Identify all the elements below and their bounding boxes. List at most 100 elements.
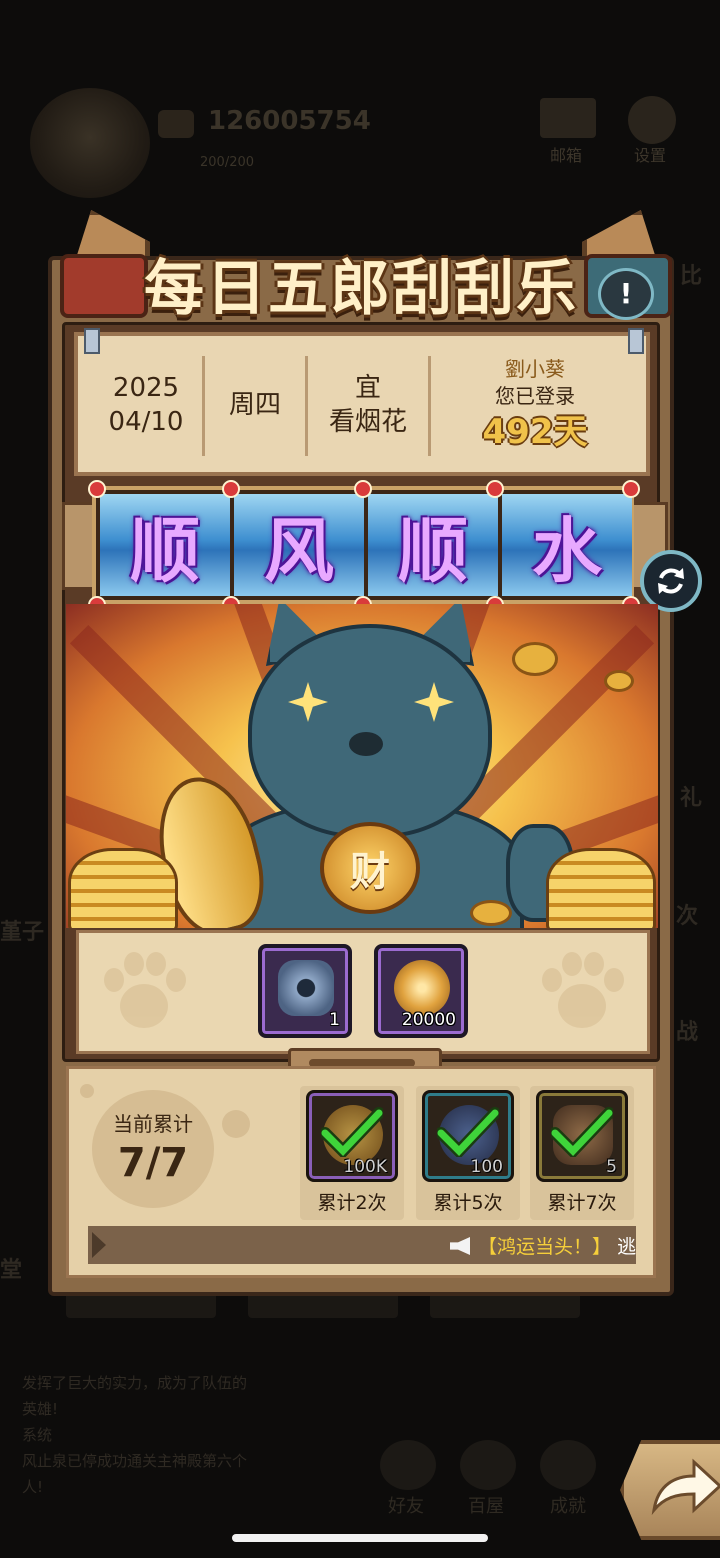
chat-line: 英雄!	[22, 1400, 59, 1418]
marquee-text: 【鸿运当头！】 逃避的贝吕	[450, 1232, 636, 1259]
progress-label: 当前累计	[113, 1112, 193, 1136]
milestone-reward[interactable]: 5 累计7次	[530, 1086, 634, 1220]
coin-icon	[470, 900, 512, 926]
side-label: 战	[676, 1020, 699, 1045]
coin-pile-icon	[68, 848, 178, 928]
side-label: 堇子	[0, 920, 45, 945]
login-display: 劉小葵 您已登录 492天	[432, 352, 638, 458]
gear-fragment-icon	[278, 960, 334, 1016]
arrow-right-icon	[651, 1458, 720, 1516]
info-button[interactable]: !	[598, 268, 654, 320]
milestone-box: 100	[422, 1090, 514, 1182]
id-badge-icon	[158, 110, 194, 138]
reel: 水	[502, 494, 632, 596]
fortune-label: 宜	[354, 373, 381, 403]
title-banner: 每日五郎刮刮乐	[56, 240, 672, 324]
nav-friends: 好友	[388, 1496, 424, 1517]
rivet	[486, 480, 504, 498]
milestone-count: 5	[606, 1157, 617, 1177]
player-avatar	[30, 88, 150, 198]
login-message: 您已登录	[495, 384, 575, 408]
mail-label: 邮箱	[550, 146, 583, 165]
mail-icon	[540, 98, 596, 138]
milestone-box: 100K	[306, 1090, 398, 1182]
progress-value: 7/7	[117, 1140, 189, 1186]
marquee-highlight: 【鸿运当头！】	[478, 1236, 612, 1258]
reel-char: 顺	[130, 509, 200, 592]
milestone-label: 累计5次	[433, 1192, 503, 1214]
divider	[428, 356, 431, 456]
coin-icon	[604, 670, 634, 692]
chat-line: 风止泉已停成功通关主神殿第六个	[22, 1452, 248, 1470]
refresh-icon	[658, 568, 684, 594]
lucky-cat-scene: 财	[66, 604, 658, 928]
date-year: 2025	[112, 373, 180, 403]
chat-line: 人!	[22, 1478, 44, 1496]
gear-icon	[628, 96, 676, 144]
milestone-label: 累计2次	[317, 1192, 387, 1214]
reward-count: 1	[329, 1010, 340, 1030]
milestone-reward[interactable]: 100 累计5次	[416, 1086, 520, 1220]
reward-item[interactable]: 20000	[374, 944, 468, 1038]
check-icon	[551, 1107, 613, 1157]
side-label: 比	[680, 264, 703, 289]
reel: 风	[234, 494, 364, 596]
paw-print-icon	[98, 950, 190, 1038]
fortune-display: 宜 看烟花	[308, 352, 428, 458]
check-icon	[437, 1107, 499, 1157]
player-id: 126005754	[208, 106, 371, 136]
coin-pile-icon	[546, 848, 656, 928]
trophy-icon	[540, 1440, 596, 1490]
next-button[interactable]	[620, 1440, 720, 1540]
reel-char: 风	[264, 509, 334, 592]
milestone-label: 累计7次	[547, 1192, 617, 1214]
side-label: 次	[676, 904, 699, 929]
rivet	[88, 480, 106, 498]
date-monthday: 04/10	[108, 407, 184, 437]
speaker-icon	[450, 1237, 470, 1255]
chat-line: 系统	[22, 1426, 53, 1444]
home-indicator[interactable]	[232, 1534, 488, 1542]
rivet	[354, 480, 372, 498]
milestone-count: 100K	[343, 1157, 387, 1177]
login-days: 492天	[482, 412, 588, 452]
nav-house: 百屋	[468, 1496, 504, 1517]
coin-icon	[512, 642, 558, 676]
weekday: 周四	[228, 390, 281, 420]
milestone-reward[interactable]: 100K 累计2次	[300, 1086, 404, 1220]
reel-char: 顺	[398, 509, 468, 592]
lucky-cat-head	[248, 624, 492, 838]
friends-icon	[380, 1440, 436, 1490]
reward-count: 20000	[401, 1010, 456, 1030]
house-icon	[460, 1440, 516, 1490]
rivet	[222, 480, 240, 498]
decor-dot	[80, 1084, 94, 1098]
nav-achievements: 成就	[550, 1496, 586, 1517]
check-icon	[321, 1107, 383, 1157]
reel: 顺	[100, 494, 230, 596]
dialog-title: 每日五郎刮刮乐	[144, 254, 578, 324]
settings-label: 设置	[634, 146, 667, 165]
milestone-box: 5	[536, 1090, 628, 1182]
marquee-message: 逃避的贝吕	[617, 1236, 636, 1258]
board-pin	[628, 328, 644, 354]
chat-log: 发挥了巨大的实力，成为了队伍的 英雄! 系统 风止泉已停成功通关主神殿第六个 人…	[22, 1370, 292, 1500]
weekday-display: 周四	[205, 352, 305, 458]
reel-char: 水	[532, 509, 602, 592]
reel: 顺	[368, 494, 498, 596]
reward-item[interactable]: 1	[258, 944, 352, 1038]
side-label: 堂	[0, 1258, 23, 1283]
cat-nose	[349, 732, 383, 756]
fortune-coin: 财	[320, 822, 420, 914]
gold-medal-icon	[394, 960, 450, 1016]
fortune-activity: 看烟花	[328, 407, 407, 437]
decor-dot	[222, 1110, 250, 1138]
board-pin	[84, 328, 100, 354]
side-label: 礼	[680, 786, 703, 811]
refresh-button[interactable]	[640, 550, 702, 612]
rivet	[622, 480, 640, 498]
milestone-count: 100	[470, 1157, 503, 1177]
paw-print-icon	[536, 950, 628, 1038]
announcement-marquee: 【鸿运当头！】 逃避的贝吕	[88, 1226, 636, 1264]
player-name: 劉小葵	[505, 357, 565, 381]
